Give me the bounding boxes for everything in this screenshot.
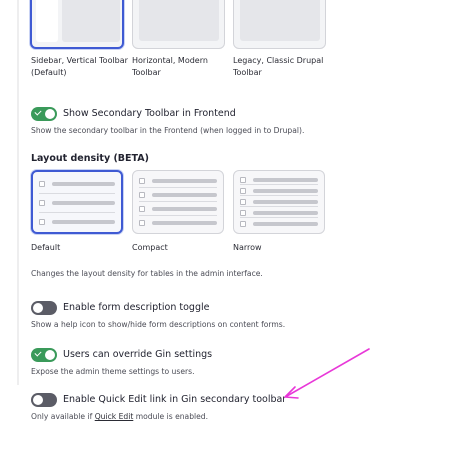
annotation-arrow-icon	[284, 348, 370, 399]
gin-settings-page: Sidebar, Vertical Toolbar (Default) Hori…	[0, 0, 474, 462]
